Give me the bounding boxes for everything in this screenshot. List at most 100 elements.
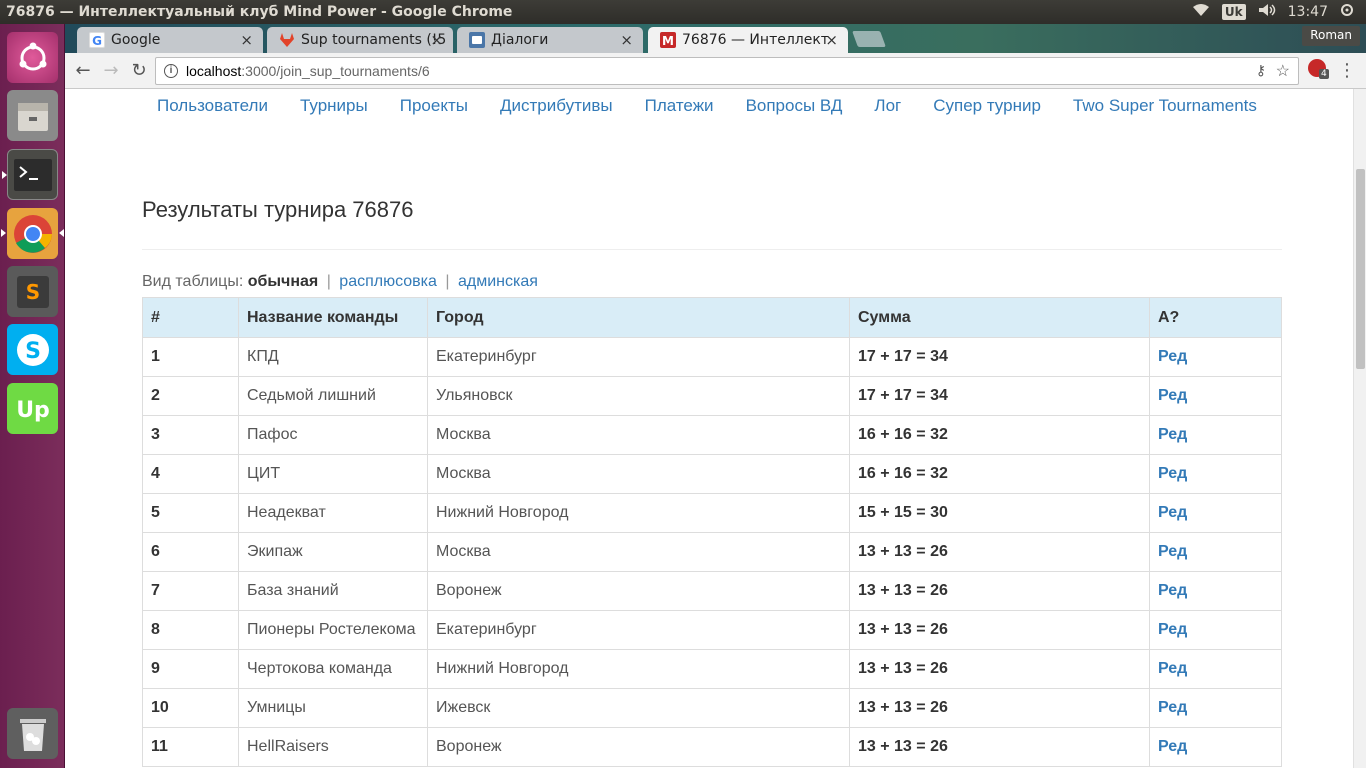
nav-tournaments[interactable]: Турниры — [284, 95, 384, 117]
cell-action: Ред — [1149, 532, 1282, 572]
nav-log[interactable]: Лог — [858, 95, 917, 117]
table-row: 11 HellRaisers Воронеж 13 + 13 = 26 Ред — [142, 727, 1282, 767]
nav-projects[interactable]: Проекты — [384, 95, 484, 117]
cell-team: ЦИТ — [238, 454, 428, 494]
cell-rank: 4 — [142, 454, 239, 494]
table-row: 3 Пафос Москва 16 + 16 = 32 Ред — [142, 415, 1282, 455]
profile-button[interactable]: Roman — [1302, 26, 1360, 46]
nav-two-super-tournaments[interactable]: Two Super Tournaments — [1057, 95, 1273, 117]
tab-title: Sup tournaments (!5 — [301, 32, 447, 48]
cell-team: Пионеры Ростелекома — [238, 610, 428, 650]
sublime-text-icon[interactable]: S — [7, 266, 58, 317]
cell-city: Воронеж — [427, 571, 850, 611]
browser-window: G Google × Sup tournaments (!5 × Діалоги… — [65, 24, 1366, 768]
edit-link[interactable]: Ред — [1158, 504, 1187, 521]
chrome-icon[interactable] — [1, 208, 64, 259]
tab-current[interactable]: M 76876 — Интеллект × — [648, 27, 848, 53]
table-header-row: # Название команды Город Сумма А? — [142, 297, 1282, 338]
page-scrollbar[interactable] — [1353, 89, 1366, 768]
edit-link[interactable]: Ред — [1158, 348, 1187, 365]
adblock-icon[interactable]: 4 — [1308, 59, 1329, 79]
nav-users[interactable]: Пользователи — [141, 95, 284, 117]
volume-icon[interactable] — [1258, 3, 1276, 21]
skype-icon[interactable]: S — [7, 324, 58, 375]
table-row: 5 Неадекват Нижний Новгород 15 + 15 = 30 Ред — [142, 493, 1282, 533]
address-bar[interactable]: i localhost:3000/join_sup_tournaments/6 … — [155, 57, 1299, 85]
nav-super-tournament[interactable]: Супер турнир — [917, 95, 1057, 117]
cell-sum: 13 + 13 = 26 — [849, 571, 1150, 611]
tab-google[interactable]: G Google × — [77, 27, 263, 53]
close-icon[interactable]: × — [430, 31, 443, 49]
ubuntu-icon[interactable] — [7, 32, 58, 83]
unity-launcher: S S Up — [0, 24, 65, 768]
view-link-admin[interactable]: админская — [458, 273, 538, 290]
close-icon[interactable]: × — [240, 31, 253, 49]
cell-sum: 13 + 13 = 26 — [849, 649, 1150, 689]
edit-link[interactable]: Ред — [1158, 426, 1187, 443]
cell-team: Неадекват — [238, 493, 428, 533]
cell-team: База знаний — [238, 571, 428, 611]
cell-city: Екатеринбург — [427, 610, 850, 650]
new-tab-button[interactable] — [852, 31, 886, 47]
edit-link[interactable]: Ред — [1158, 465, 1187, 482]
edit-link[interactable]: Ред — [1158, 387, 1187, 404]
edit-link[interactable]: Ред — [1158, 582, 1187, 599]
back-arrow-icon[interactable]: ← — [73, 61, 93, 81]
cell-action: Ред — [1149, 649, 1282, 689]
menu-dots-icon[interactable]: ⋮ — [1337, 61, 1357, 81]
edit-link[interactable]: Ред — [1158, 543, 1187, 560]
view-link-plus[interactable]: расплюсовка — [339, 273, 437, 290]
forward-arrow-icon[interactable]: → — [101, 61, 121, 81]
nav-payments[interactable]: Платежи — [629, 95, 730, 117]
cell-sum: 13 + 13 = 26 — [849, 688, 1150, 728]
cell-rank: 5 — [142, 493, 239, 533]
cell-city: Воронеж — [427, 727, 850, 767]
upwork-icon[interactable]: Up — [7, 383, 58, 434]
tab-title: 76876 — Интеллект — [682, 32, 829, 48]
close-icon[interactable]: × — [825, 31, 838, 49]
terminal-icon[interactable] — [2, 149, 58, 200]
col-header-city: Город — [427, 297, 850, 338]
trash-icon[interactable] — [7, 708, 58, 759]
vk-icon — [469, 32, 485, 48]
scrollbar-thumb[interactable] — [1356, 169, 1365, 369]
tab-sup-tournaments[interactable]: Sup tournaments (!5 × — [267, 27, 453, 53]
wifi-icon[interactable] — [1192, 3, 1210, 21]
tab-title: Діалоги — [491, 32, 549, 48]
files-icon[interactable] — [7, 90, 58, 141]
power-gear-icon[interactable] — [1340, 3, 1354, 21]
gitlab-icon — [279, 32, 295, 48]
key-icon[interactable]: ⚷ — [1256, 62, 1266, 79]
col-header-team: Название команды — [238, 297, 428, 338]
edit-link[interactable]: Ред — [1158, 621, 1187, 638]
table-row: 4 ЦИТ Москва 16 + 16 = 32 Ред — [142, 454, 1282, 494]
star-bookmark-icon[interactable]: ☆ — [1276, 61, 1290, 81]
reload-icon[interactable]: ↻ — [129, 61, 149, 81]
clock[interactable]: 13:47 — [1288, 4, 1328, 20]
focused-indicator-icon — [59, 229, 64, 237]
running-indicator-icon — [1, 229, 6, 237]
svg-text:S: S — [25, 339, 41, 364]
edit-link[interactable]: Ред — [1158, 699, 1187, 716]
nav-questions[interactable]: Вопросы ВД — [730, 95, 859, 117]
nav-distributions[interactable]: Дистрибутивы — [484, 95, 629, 117]
info-icon[interactable]: i — [164, 64, 178, 78]
cell-sum: 15 + 15 = 30 — [849, 493, 1150, 533]
tab-dialogs[interactable]: Діалоги × — [457, 27, 643, 53]
svg-text:Up: Up — [16, 398, 50, 423]
cell-sum: 17 + 17 = 34 — [849, 337, 1150, 377]
system-top-bar: 76876 — Интеллектуальный клуб Mind Power… — [0, 0, 1366, 24]
cell-action: Ред — [1149, 454, 1282, 494]
keyboard-layout-indicator[interactable]: Uk — [1221, 4, 1246, 20]
cell-team: КПД — [238, 337, 428, 377]
view-current: обычная — [247, 273, 319, 290]
cell-action: Ред — [1149, 727, 1282, 767]
edit-link[interactable]: Ред — [1158, 660, 1187, 677]
table-row: 9 Чертокова команда Нижний Новгород 13 + 13… — [142, 649, 1282, 689]
edit-link[interactable]: Ред — [1158, 738, 1187, 755]
cell-rank: 3 — [142, 415, 239, 455]
cell-team: Чертокова команда — [238, 649, 428, 689]
cell-sum: 13 + 13 = 26 — [849, 532, 1150, 572]
close-icon[interactable]: × — [620, 31, 633, 49]
cell-city: Москва — [427, 415, 850, 455]
